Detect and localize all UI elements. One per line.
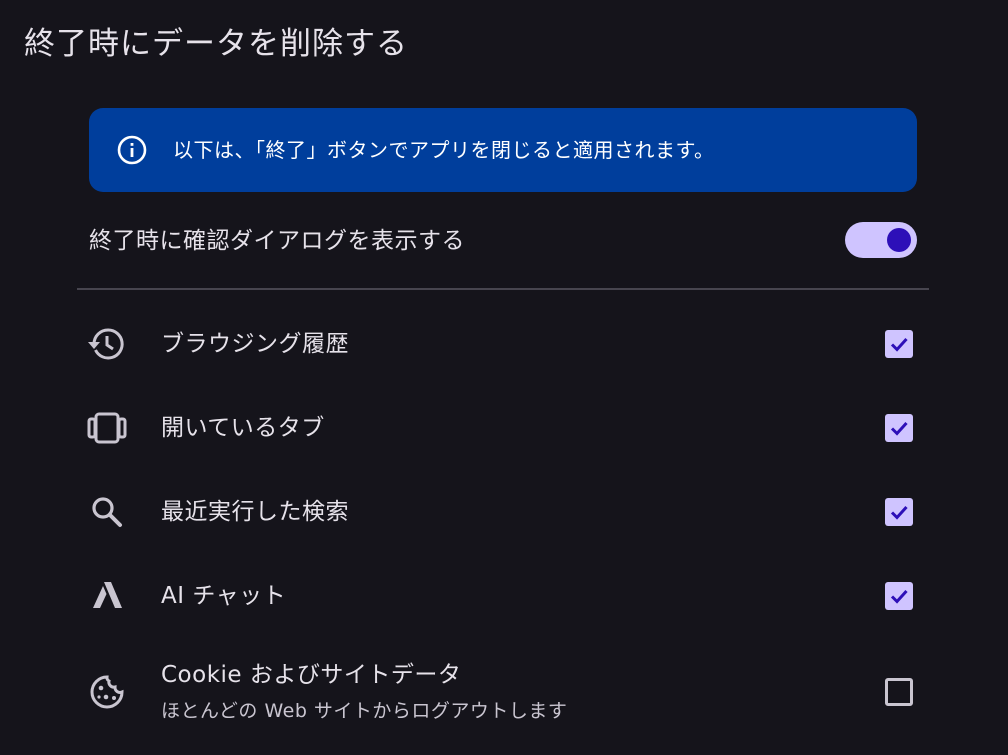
option-label: 最近実行した検索 [161, 499, 349, 525]
checkbox-open-tabs[interactable] [885, 414, 913, 442]
checkbox-cookies[interactable] [885, 678, 913, 706]
info-banner: 以下は、「終了」ボタンでアプリを閉じると適用されます。 [89, 108, 917, 192]
checkbox-browsing-history[interactable] [885, 330, 913, 358]
toggle-knob [887, 228, 911, 252]
option-label: 開いているタブ [161, 415, 325, 441]
option-label: Cookie およびサイトデータ [161, 662, 462, 688]
info-icon [116, 134, 148, 166]
info-banner-text: 以下は、「終了」ボタンでアプリを閉じると適用されます。 [173, 138, 715, 162]
search-icon [87, 492, 127, 532]
ai-chat-icon [87, 576, 127, 616]
option-ai-chat[interactable]: AI チャット [77, 554, 929, 638]
option-label: AI チャット [161, 583, 287, 609]
page-title: 終了時にデータを削除する [24, 26, 408, 62]
confirm-dialog-toggle[interactable] [845, 222, 917, 258]
confirm-dialog-row[interactable]: 終了時に確認ダイアログを表示する [89, 218, 917, 264]
option-recent-searches[interactable]: 最近実行した検索 [77, 470, 929, 554]
settings-page: 終了時にデータを削除する 以下は、「終了」ボタンでアプリを閉じると適用されます。… [0, 0, 1008, 755]
divider [77, 288, 929, 290]
option-sublabel: ほとんどの Web サイトからログアウトします [161, 700, 568, 722]
checkbox-recent-searches[interactable] [885, 498, 913, 526]
confirm-dialog-label: 終了時に確認ダイアログを表示する [89, 228, 465, 254]
option-label: ブラウジング履歴 [161, 331, 349, 357]
checkbox-ai-chat[interactable] [885, 582, 913, 610]
history-icon [87, 324, 127, 364]
cookie-icon [87, 672, 127, 712]
option-open-tabs[interactable]: 開いているタブ [77, 386, 929, 470]
option-cookies[interactable]: Cookie およびサイトデータ ほとんどの Web サイトからログアウトします [77, 638, 929, 738]
option-browsing-history[interactable]: ブラウジング履歴 [77, 302, 929, 386]
tabs-icon [87, 408, 127, 448]
